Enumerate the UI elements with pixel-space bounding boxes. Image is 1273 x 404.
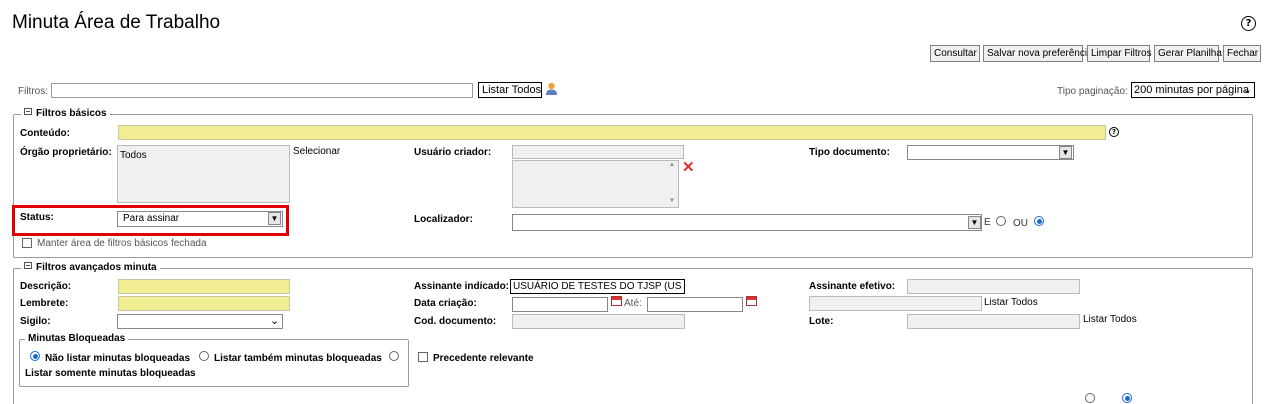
- calendar-icon[interactable]: [746, 296, 757, 306]
- lembrete-label: Lembrete:: [20, 298, 69, 309]
- sigilo-select[interactable]: [117, 314, 283, 329]
- page-title: Minuta Área de Trabalho: [12, 12, 221, 33]
- listar-todos-link-2[interactable]: Listar Todos: [1083, 314, 1137, 325]
- sigilo-label: Sigilo:: [20, 316, 51, 327]
- lote-input[interactable]: [907, 314, 1080, 329]
- help-icon[interactable]: ?: [1241, 16, 1256, 31]
- descricao-label: Descrição:: [20, 281, 72, 292]
- usuario-criador-listbox[interactable]: [512, 160, 679, 208]
- cod-documento-input[interactable]: [512, 314, 685, 329]
- consultar-button[interactable]: Consultar: [930, 45, 980, 62]
- listar-tambem-label: Listar também minutas bloqueadas: [214, 353, 382, 364]
- chevron-down-icon[interactable]: ⌄: [270, 314, 279, 327]
- filtros-basicos-legend[interactable]: Filtros básicos: [21, 108, 110, 119]
- ou-label: OU: [1013, 218, 1028, 229]
- chevron-down-icon[interactable]: ▼: [268, 212, 281, 225]
- manter-checkbox[interactable]: [22, 238, 32, 248]
- salvar-preferencia-button[interactable]: Salvar nova preferência: [983, 45, 1093, 62]
- listar-todos-link-1[interactable]: Listar Todos: [984, 297, 1038, 308]
- tipo-paginacao-select[interactable]: 200 minutas por página ⌄: [1131, 82, 1255, 98]
- conteudo-label: Conteúdo:: [20, 128, 70, 139]
- data-criacao-ate-input[interactable]: [647, 297, 743, 312]
- cod-documento-label: Cod. documento:: [414, 316, 497, 327]
- filtros-input[interactable]: [51, 83, 473, 98]
- remove-icon[interactable]: ✕: [682, 160, 695, 175]
- calendar-icon[interactable]: [611, 296, 622, 306]
- chevron-down-icon[interactable]: ▼: [968, 216, 981, 229]
- radio-listar-somente[interactable]: [389, 351, 399, 361]
- chevron-down-icon: ⌄: [1242, 84, 1252, 96]
- radio-partial-1[interactable]: [1085, 393, 1095, 403]
- e-label: E: [984, 217, 991, 228]
- assinante-efetivo-list-input[interactable]: [809, 296, 982, 311]
- selecionar-link[interactable]: Selecionar: [293, 146, 340, 157]
- assinante-indicado-input[interactable]: USUÁRIO DE TESTES DO TJSP (US: [510, 279, 685, 294]
- radio-e[interactable]: [996, 216, 1006, 226]
- assinante-efetivo-input[interactable]: [907, 279, 1080, 294]
- chevron-down-icon[interactable]: ▼: [1059, 146, 1072, 159]
- tipo-paginacao-value: 200 minutas por página: [1134, 84, 1249, 96]
- gerar-planilha-button[interactable]: Gerar Planilha: [1154, 45, 1222, 62]
- status-value: Para assinar: [123, 213, 180, 224]
- filtros-label: Filtros:: [18, 86, 48, 97]
- collapse-icon[interactable]: [24, 108, 32, 115]
- conteudo-input[interactable]: [118, 125, 1106, 140]
- assinante-indicado-label: Assinante indicado:: [414, 281, 510, 292]
- tipo-paginacao-label: Tipo paginação:: [1057, 86, 1128, 97]
- assinante-efetivo-label: Assinante efetivo:: [809, 281, 896, 292]
- nao-listar-label: Não listar minutas bloqueadas: [45, 353, 191, 364]
- precedente-label: Precedente relevante: [433, 353, 534, 364]
- data-criacao-input[interactable]: [512, 297, 608, 312]
- radio-listar-tambem[interactable]: [199, 351, 209, 361]
- orgao-value: Todos: [120, 150, 147, 161]
- limpar-filtros-button[interactable]: Limpar Filtros: [1087, 45, 1152, 62]
- precedente-checkbox[interactable]: [418, 352, 428, 362]
- status-label: Status:: [20, 212, 54, 223]
- usuario-criador-label: Usuário criador:: [414, 147, 492, 158]
- fechar-button[interactable]: Fechar: [1223, 45, 1261, 62]
- localizador-label: Localizador:: [414, 214, 473, 225]
- lote-label: Lote:: [809, 316, 834, 327]
- collapse-icon[interactable]: [24, 262, 32, 269]
- filtros-avancados-legend[interactable]: Filtros avançados minuta: [21, 262, 160, 273]
- minutas-bloqueadas-legend: Minutas Bloqueadas: [25, 333, 129, 344]
- orgao-listbox[interactable]: Todos: [117, 145, 290, 203]
- localizador-select[interactable]: [512, 214, 982, 231]
- listar-somente-label: Listar somente minutas bloqueadas: [25, 368, 196, 379]
- radio-ou[interactable]: [1034, 216, 1044, 226]
- data-criacao-label: Data criação:: [414, 298, 477, 309]
- scroll-down-icon[interactable]: ▼: [669, 198, 675, 204]
- lembrete-input[interactable]: [118, 296, 290, 311]
- orgao-label: Órgão proprietário:: [20, 147, 112, 158]
- tipo-documento-select[interactable]: [907, 145, 1074, 160]
- listar-todos-button[interactable]: Listar Todos: [478, 82, 542, 98]
- radio-partial-2[interactable]: [1122, 393, 1132, 403]
- radio-nao-listar[interactable]: [30, 351, 40, 361]
- user-icon[interactable]: [545, 82, 558, 96]
- tipo-documento-label: Tipo documento:: [809, 147, 890, 158]
- status-select[interactable]: Para assinar: [117, 211, 283, 227]
- usuario-criador-input[interactable]: [512, 145, 684, 159]
- ate-label: Até:: [624, 298, 642, 309]
- manter-label: Manter área de filtros básicos fechada: [37, 238, 207, 249]
- scroll-up-icon[interactable]: ▲: [669, 162, 675, 168]
- descricao-input[interactable]: [118, 279, 290, 294]
- conteudo-help-icon[interactable]: ?: [1109, 127, 1119, 137]
